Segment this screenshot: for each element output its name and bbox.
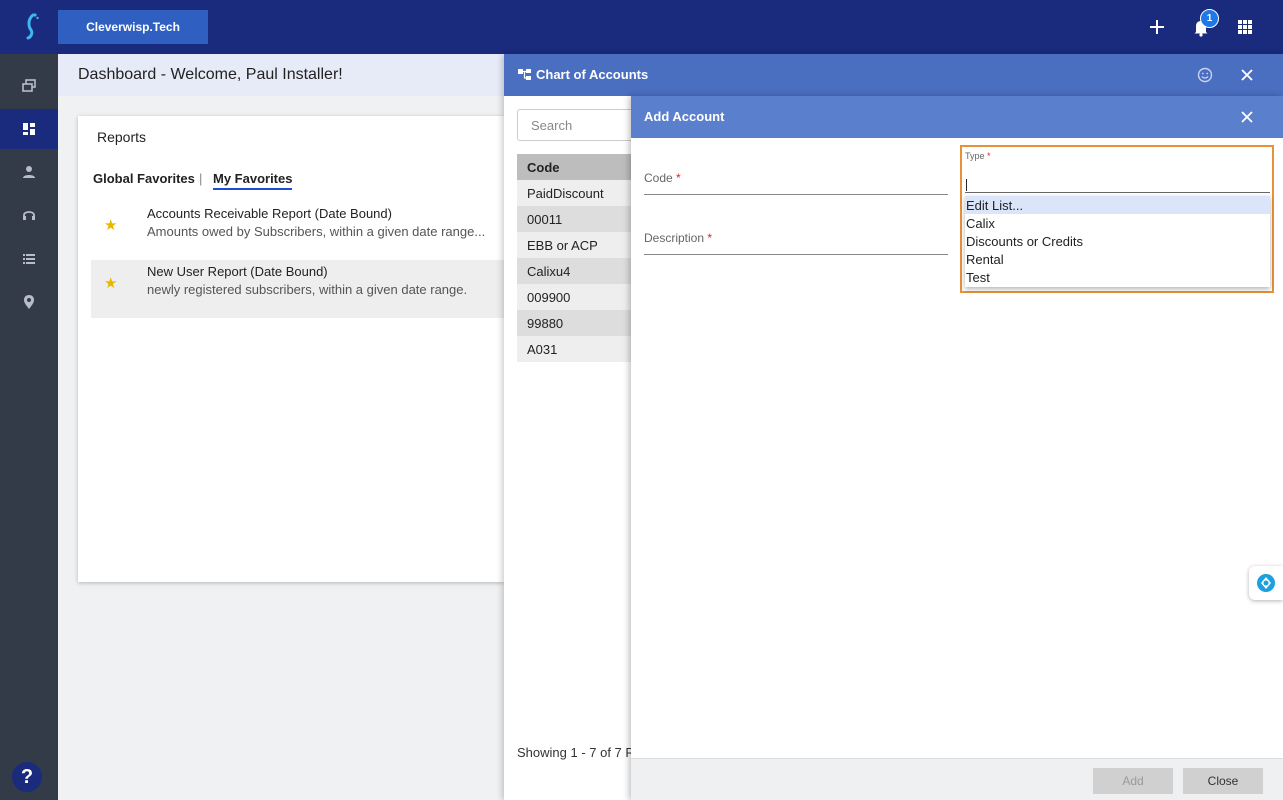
person-icon [23,166,35,178]
plus-icon[interactable] [1146,16,1168,38]
accounts-table: Code PaidDiscount 00011 EBB or ACP Calix… [517,154,631,362]
nav-locations[interactable] [0,282,58,322]
reports-title: Reports [97,129,147,145]
table-row[interactable]: 00011 [517,206,631,232]
report-description: newly registered subscribers, within a g… [147,282,468,297]
type-label: Type * [965,151,991,161]
type-input[interactable] [965,167,1270,193]
table-row[interactable]: PaidDiscount [517,180,631,206]
option-rental[interactable]: Rental [965,251,1270,269]
option-edit-list[interactable]: Edit List... [965,196,1270,215]
close-icon[interactable] [1239,67,1255,83]
code-field[interactable]: Code * [644,165,948,195]
table-row[interactable]: Calixu4 [517,258,631,284]
app-logo-icon[interactable] [14,10,46,42]
company-switcher-button[interactable]: Cleverwisp.Tech [58,10,208,44]
search-input[interactable]: Search [517,109,647,141]
assistant-icon [1257,574,1275,592]
table-row[interactable]: 99880 [517,310,631,336]
option-calix[interactable]: Calix [965,214,1270,232]
windows-icon [22,79,36,92]
chart-of-accounts-title: Chart of Accounts [536,67,649,82]
nav-dashboard[interactable] [0,109,58,149]
assistant-widget[interactable] [1249,566,1283,600]
reports-card: Reports Global Favorites | My Favorites … [78,116,504,582]
add-account-panel: Add Account Code * Description * Type * … [631,96,1283,800]
option-test[interactable]: Test [965,269,1270,287]
nav-windows[interactable] [0,66,58,106]
star-icon[interactable]: ★ [104,274,117,292]
notification-badge[interactable]: 1 [1200,9,1219,28]
help-button[interactable]: ? [12,762,42,792]
hierarchy-icon [518,69,531,80]
tab-global-favorites[interactable]: Global Favorites [93,171,195,186]
dashboard-header: Dashboard - Welcome, Paul Installer! [58,54,504,96]
description-label: Description * [644,231,713,245]
report-description: Amounts owed by Subscribers, within a gi… [147,224,486,239]
grid-icon[interactable] [1234,16,1256,38]
table-row[interactable]: 009900 [517,284,631,310]
description-field[interactable]: Description * [644,225,948,255]
option-discounts-or-credits[interactable]: Discounts or Credits [965,232,1270,250]
add-account-title: Add Account [644,109,725,124]
top-bar: Cleverwisp.Tech 1 [0,0,1283,54]
star-icon[interactable]: ★ [104,216,117,234]
close-button[interactable]: Close [1183,768,1263,794]
report-item[interactable]: ★ Accounts Receivable Report (Date Bound… [91,202,504,260]
add-account-footer: Add Close [631,758,1283,800]
smiley-icon[interactable] [1197,67,1213,83]
chart-of-accounts-header: Chart of Accounts [504,54,1283,96]
type-field[interactable]: Type * Edit List... Calix Discounts or C… [960,145,1274,293]
nav-support[interactable] [0,195,58,235]
report-item[interactable]: ★ New User Report (Date Bound) newly reg… [91,260,504,318]
tab-separator: | [199,171,203,186]
table-row[interactable]: A031 [517,336,631,362]
column-header-code[interactable]: Code [517,154,631,180]
close-icon[interactable] [1239,109,1255,125]
add-account-header: Add Account [631,96,1283,138]
add-button[interactable]: Add [1093,768,1173,794]
report-name[interactable]: New User Report (Date Bound) [147,264,328,279]
text-caret [966,179,967,191]
pagination-info: Showing 1 - 7 of 7 R [517,745,635,760]
report-name[interactable]: Accounts Receivable Report (Date Bound) [147,206,392,221]
nav-lists[interactable] [0,239,58,279]
table-row[interactable]: EBB or ACP [517,232,631,258]
left-nav-rail: ? [0,54,58,800]
type-dropdown: Edit List... Calix Discounts or Credits … [965,196,1270,287]
list-icon [23,254,35,264]
location-pin-icon [24,295,34,309]
headset-icon [23,211,35,220]
tab-my-favorites[interactable]: My Favorites [213,171,293,190]
dashboard-icon [23,123,35,135]
nav-users[interactable] [0,152,58,192]
code-label: Code * [644,171,681,185]
page-title: Dashboard - Welcome, Paul Installer! [78,66,343,83]
